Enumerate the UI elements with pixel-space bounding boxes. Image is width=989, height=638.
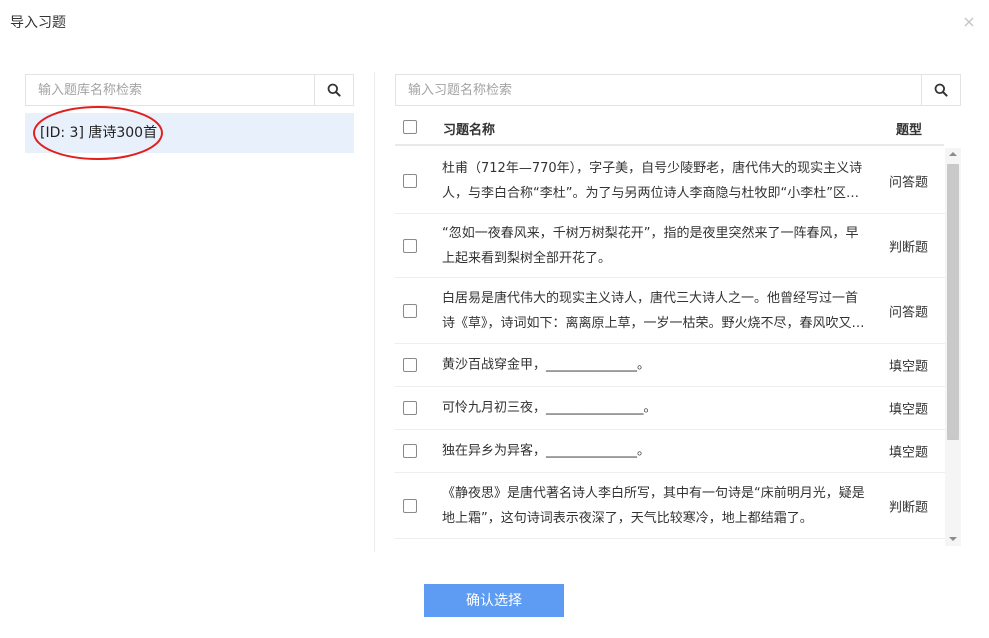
table-row[interactable]: 《静夜思》是唐代著名诗人李白所写，其中有一句诗是“床前明月光，疑是地上霜”，这句… — [395, 473, 945, 539]
bank-list-item[interactable]: [ID: 3] 唐诗300首 — [25, 113, 354, 153]
question-type: 填空题 — [889, 359, 929, 375]
question-type: 填空题 — [889, 445, 929, 461]
confirm-selection-button[interactable]: 确认选择 — [424, 584, 564, 617]
row-checkbox[interactable] — [403, 444, 417, 458]
scroll-thumb[interactable] — [947, 164, 959, 440]
scroll-down-arrow-icon[interactable] — [949, 537, 957, 541]
question-search-button[interactable] — [921, 75, 960, 105]
row-checkbox[interactable] — [403, 173, 417, 188]
question-type: 问答题 — [889, 305, 929, 320]
bank-search-box — [25, 74, 354, 106]
table-row[interactable]: 可怜九月初三夜，_______________。 填空题 — [395, 387, 945, 430]
close-icon[interactable] — [962, 15, 976, 29]
table-row[interactable]: 白居易是唐代伟大的现实主义诗人，唐代三大诗人之一。他曾经写过一首诗《草》，诗词如… — [395, 278, 945, 344]
row-checkbox[interactable] — [403, 303, 417, 318]
dialog-title: 导入习题 — [10, 15, 66, 31]
question-name: “忽如一夜春风来，千树万树梨花开”，指的是夜里突然来了一阵春风，早上起来看到梨树… — [442, 225, 859, 266]
question-table-header: 习题名称 题型 — [395, 110, 944, 146]
question-search-box — [395, 74, 961, 106]
bank-item-label: [ID: 3] 唐诗300首 — [40, 125, 158, 141]
bank-search-input[interactable] — [26, 75, 314, 105]
select-all-checkbox[interactable] — [403, 120, 417, 134]
scroll-up-arrow-icon[interactable] — [949, 152, 957, 156]
row-checkbox[interactable] — [403, 358, 417, 372]
row-checkbox[interactable] — [403, 401, 417, 415]
search-icon — [934, 83, 948, 97]
question-type: 判断题 — [889, 240, 929, 255]
column-header-type: 题型 — [896, 123, 923, 138]
question-search-input[interactable] — [396, 75, 921, 105]
panel-divider — [374, 72, 375, 552]
row-checkbox[interactable] — [403, 238, 417, 253]
table-row[interactable]: 黄沙百战穿金甲，______________。 填空题 — [395, 344, 945, 387]
question-name: 《静夜思》是唐代著名诗人李白所写，其中有一句诗是“床前明月光，疑是地上霜”，这句… — [442, 485, 865, 526]
question-name: 黄沙百战穿金甲，______________。 — [442, 357, 651, 373]
row-checkbox[interactable] — [403, 498, 417, 513]
search-icon — [327, 83, 341, 97]
table-row[interactable]: 独在异乡为异客，______________。 填空题 — [395, 430, 945, 473]
question-type: 填空题 — [889, 402, 929, 418]
column-header-name: 习题名称 — [443, 123, 496, 138]
question-name: 白居易是唐代伟大的现实主义诗人，唐代三大诗人之一。他曾经写过一首诗《草》，诗词如… — [442, 290, 859, 331]
question-type: 问答题 — [889, 175, 929, 190]
vertical-scrollbar[interactable] — [945, 148, 961, 546]
table-row[interactable]: “忽如一夜春风来，千树万树梨花开”，指的是夜里突然来了一阵春风，早上起来看到梨树… — [395, 214, 945, 278]
question-name: 可怜九月初三夜，_______________。 — [442, 400, 657, 416]
question-type: 判断题 — [889, 500, 929, 515]
question-name: 杜甫（712年—770年），字子美，自号少陵野老，唐代伟大的现实主义诗人，与李白… — [442, 160, 863, 201]
table-row[interactable]: 杜甫（712年—770年），字子美，自号少陵野老，唐代伟大的现实主义诗人，与李白… — [395, 148, 945, 214]
question-table-body: 杜甫（712年—770年），字子美，自号少陵野老，唐代伟大的现实主义诗人，与李白… — [395, 148, 945, 540]
question-name: 独在异乡为异客，______________。 — [442, 443, 651, 459]
bank-search-button[interactable] — [314, 75, 353, 105]
